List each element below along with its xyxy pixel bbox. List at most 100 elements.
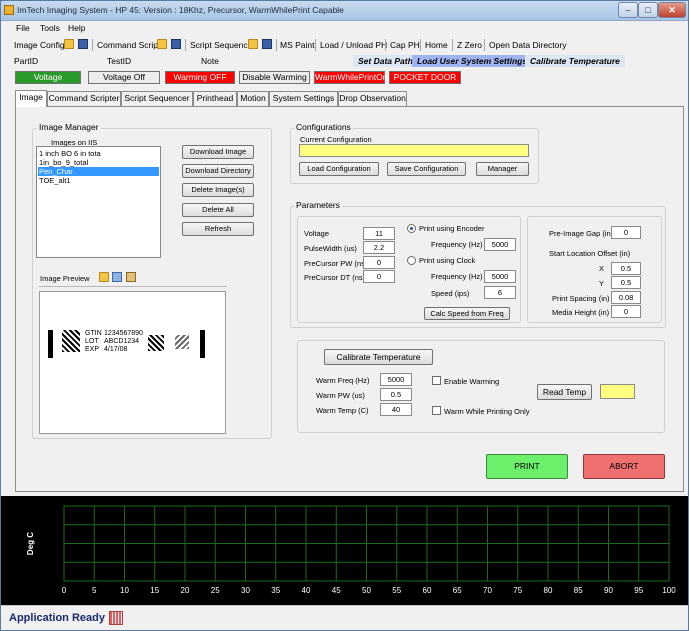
warm-freq-field[interactable]: 5000 [380,373,412,386]
lot-value: ABCD1234 [104,338,140,345]
tab-image[interactable]: Image [15,90,47,107]
home-button[interactable]: Home [425,40,448,50]
save-disk-icon[interactable] [78,39,88,49]
close-button[interactable]: ✕ [658,2,686,18]
start-location-offset-label: Start Location Offset (in) [549,249,631,258]
read-temp-button[interactable]: Read Temp [537,384,592,400]
download-directory-button[interactable]: Download Directory [182,164,254,178]
enable-warming-checkbox[interactable] [432,376,441,385]
abort-button[interactable]: ABORT [583,454,665,479]
calc-speed-from-freq-button[interactable]: Calc Speed from Freq [424,307,510,320]
current-configuration-label: Current Configuration [300,135,372,144]
script-sequence-button[interactable]: Script Sequence [190,40,252,50]
precursor-dt-field[interactable]: 0 [363,270,395,283]
test-id-label: TestID [107,56,132,66]
load-user-system-settings-button[interactable]: Load User System Settings [412,55,533,67]
voltage-off-button[interactable]: Voltage Off [88,71,160,84]
manager-button[interactable]: Manager [476,162,529,176]
print-using-clock-label: Print using Clock [419,256,476,265]
list-item[interactable]: TOE_alt1 [38,176,159,185]
save-configuration-button[interactable]: Save Configuration [387,162,466,176]
open-folder-icon[interactable] [157,39,167,49]
list-item[interactable]: 1in_bo_9_total [38,158,159,167]
encoder-frequency-field[interactable]: 5000 [484,238,516,251]
open-folder-icon[interactable] [99,272,109,282]
tab-motion[interactable]: Motion [237,91,269,106]
delete-images-button[interactable]: Delete Image(s) [182,183,254,197]
ms-paint-button[interactable]: MS Paint [280,40,315,50]
open-data-directory-button[interactable]: Open Data Directory [489,40,566,50]
disable-warming-button[interactable]: Disable Warming [239,71,310,84]
command-script-button[interactable]: Command Script [97,40,160,50]
clock-frequency-field[interactable]: 5000 [484,270,516,283]
pre-image-gap-field[interactable]: 0 [611,226,641,239]
x-tick-label: 20 [181,586,190,595]
app-icon [4,5,14,15]
delete-all-button[interactable]: Delete All [182,203,254,217]
cap-ph-button[interactable]: Cap PH [390,40,420,50]
print-using-encoder-radio[interactable] [407,224,416,233]
status-bar: Application Ready [1,605,688,630]
tab-command-scripter[interactable]: Command Scripter [47,91,121,106]
warm-temp-label: Warm Temp (C) [316,406,369,415]
voltage-field[interactable]: 11 [363,227,395,240]
z-zero-button[interactable]: Z Zero [457,40,482,50]
main-toolbar: Image Config Command Script Script Seque… [1,36,688,54]
warming-off-indicator[interactable]: Warming OFF [165,71,235,84]
datamatrix-code [62,330,80,352]
temperature-readout-field [600,384,635,399]
tab-printhead[interactable]: Printhead [193,91,237,106]
tab-system-settings[interactable]: System Settings [269,91,338,106]
parameters-title: Parameters [294,200,342,210]
voltage-indicator[interactable]: Voltage [15,71,81,84]
pulse-width-field[interactable]: 2.2 [363,241,395,254]
menu-tools[interactable]: Tools [40,23,60,33]
menu-file[interactable]: File [16,23,30,33]
print-using-clock-radio[interactable] [407,256,416,265]
print-using-encoder-label: Print using Encoder [419,224,485,233]
warm-while-print-only-indicator[interactable]: WarmWhilePrintOnly [314,71,394,84]
tab-script-sequencer[interactable]: Script Sequencer [121,91,193,106]
print-spacing-field[interactable]: 0.08 [611,291,641,304]
set-data-path-button[interactable]: Set Data Path [353,55,418,67]
calibrate-temperature-toolbar-button[interactable]: Calibrate Temperature [525,55,625,67]
image-config-button[interactable]: Image Config [14,40,65,50]
precursor-pw-field[interactable]: 0 [363,256,395,269]
media-height-field[interactable]: 0 [611,305,641,318]
calibrate-temperature-button[interactable]: Calibrate Temperature [324,349,433,365]
temperature-chart-panel: 0 5 10 15 20 25 30 35 40 45 50 55 60 65 70 75 80 85 90 95 10… [1,496,688,605]
precursor-dt-label: PreCursor DT (ns) [304,273,366,282]
list-item-selected[interactable]: Pen_Char [38,167,159,176]
images-listbox[interactable]: 1 inch BO 6 in tota 1in_bo_9_total Pen_C… [36,146,161,258]
list-item[interactable]: 1 inch BO 6 in tota [38,149,159,158]
print-button[interactable]: PRINT [486,454,568,479]
datamatrix-code [148,335,164,351]
load-unload-ph-button[interactable]: Load / Unload PH [320,40,387,50]
save-disk-icon[interactable] [171,39,181,49]
warm-pw-field[interactable]: 0.5 [380,388,412,401]
speed-field[interactable]: 6 [484,286,516,299]
current-configuration-field[interactable] [299,144,529,157]
copy-icon[interactable] [112,272,122,282]
y-offset-field[interactable]: 0.5 [611,276,641,289]
maximize-button[interactable]: □ [638,2,658,18]
download-image-button[interactable]: Download Image [182,145,254,159]
paste-icon[interactable] [126,272,136,282]
x-tick-label: 35 [271,586,280,595]
x-offset-field[interactable]: 0.5 [611,262,641,275]
menu-help[interactable]: Help [68,23,85,33]
warm-temp-field[interactable]: 40 [380,403,412,416]
save-disk-icon[interactable] [262,39,272,49]
x-tick-label: 45 [332,586,341,595]
warm-while-printing-only-checkbox[interactable] [432,406,441,415]
load-configuration-button[interactable]: Load Configuration [299,162,379,176]
tab-drop-observation[interactable]: Drop Observation [338,91,407,106]
window-title: ImTech Imaging System - HP 45: Version :… [17,5,344,15]
minimize-button[interactable]: – [618,2,638,18]
image-preview-canvas: GTIN 1234567890 LOT ABCD1234 EXP 4/17/08 [39,291,226,434]
refresh-button[interactable]: Refresh [182,222,254,236]
open-folder-icon[interactable] [248,39,258,49]
pocket-door-indicator[interactable]: POCKET DOOR [389,71,461,84]
status-button-row: Voltage Voltage Off Warming OFF Disable … [1,70,688,86]
open-folder-icon[interactable] [64,39,74,49]
